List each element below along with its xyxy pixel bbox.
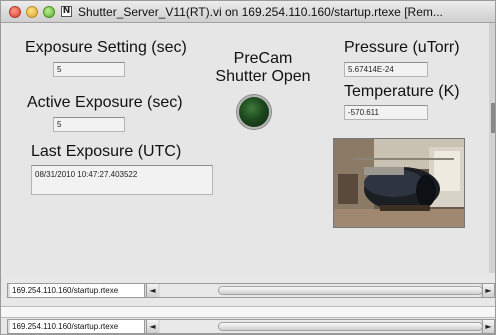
horizontal-scrollbar-thumb[interactable]	[218, 322, 483, 331]
scroll-right-arrow[interactable]: ►	[482, 284, 494, 297]
last-exposure-field: 08/31/2010 10:47:27.403522	[31, 165, 213, 195]
exposure-setting-field[interactable]: 5	[53, 62, 125, 77]
vertical-scrollbar-thumb[interactable]	[491, 103, 495, 133]
title-bar: N Shutter_Server_V11(RT).vi on 169.254.1…	[1, 1, 495, 23]
horizontal-scrollbar-thumb[interactable]	[218, 286, 483, 295]
zoom-button[interactable]	[43, 6, 55, 18]
labview-window: N Shutter_Server_V11(RT).vi on 169.254.1…	[0, 0, 496, 335]
shutter-open-led	[239, 97, 269, 127]
shutter-label-line1: PreCam	[233, 50, 293, 67]
close-button[interactable]	[9, 6, 21, 18]
horizontal-scrollbar[interactable]	[160, 284, 483, 297]
scroll-right-arrow[interactable]: ►	[482, 320, 494, 333]
minimize-button[interactable]	[26, 6, 38, 18]
shutter-label-line2: Shutter Open	[215, 68, 311, 85]
active-exposure-field: 5	[53, 117, 125, 132]
window-title: Shutter_Server_V11(RT).vi on 169.254.110…	[78, 5, 443, 19]
scroll-left-arrow[interactable]: ◄	[146, 284, 158, 297]
scroll-left-arrow[interactable]: ◄	[146, 320, 158, 333]
active-exposure-label: Active Exposure (sec)	[27, 94, 183, 111]
temperature-field: -570.611	[344, 105, 428, 120]
status-bar-2: 169.254.110.160/startup.rtexe ◄ ►	[7, 319, 495, 334]
temperature-label: Temperature (K)	[344, 83, 460, 100]
pressure-label: Pressure (uTorr)	[344, 39, 460, 56]
vertical-scrollbar[interactable]	[489, 23, 495, 273]
front-panel: Exposure Setting (sec) 5 Active Exposure…	[5, 25, 491, 274]
camera-photo	[333, 138, 465, 228]
horizontal-scrollbar[interactable]	[160, 320, 483, 333]
status-bar-1: 169.254.110.160/startup.rtexe ◄ ►	[7, 283, 495, 298]
target-address: 169.254.110.160/startup.rtexe	[10, 284, 145, 297]
last-exposure-label: Last Exposure (UTC)	[31, 143, 182, 160]
window-divider	[1, 306, 495, 318]
target-address: 169.254.110.160/startup.rtexe	[10, 320, 145, 333]
labview-app-icon: N	[61, 6, 72, 17]
pressure-field: 5.67414E-24	[344, 62, 428, 77]
exposure-setting-label: Exposure Setting (sec)	[25, 39, 187, 56]
